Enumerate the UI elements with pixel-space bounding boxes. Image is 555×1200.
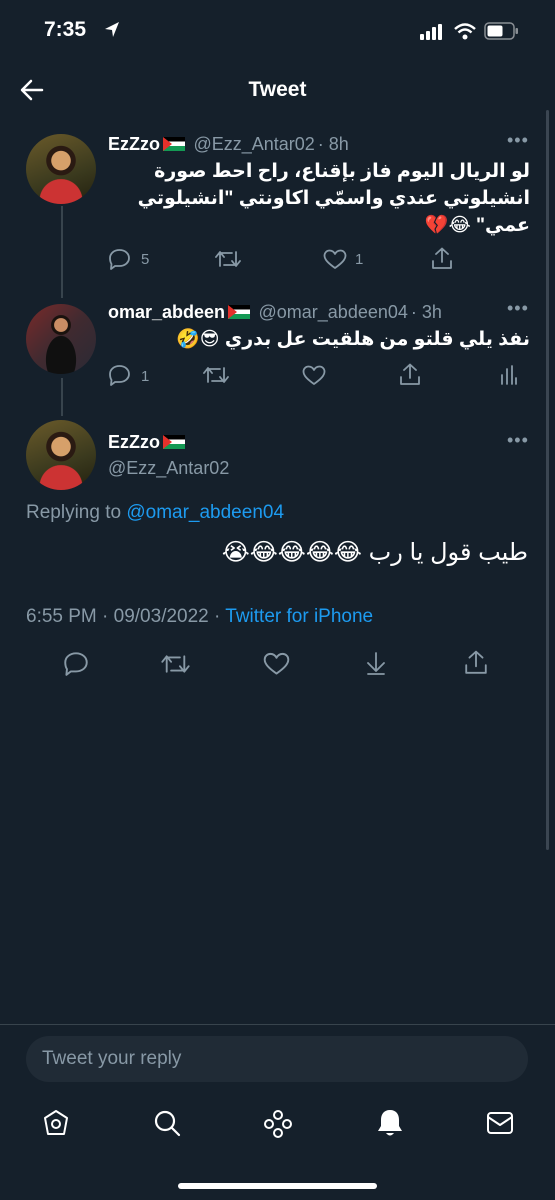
reply-icon[interactable] — [63, 651, 89, 676]
heart-icon[interactable] — [263, 652, 290, 676]
reply-count: 1 — [141, 368, 150, 385]
heart-icon[interactable] — [323, 249, 347, 270]
replying-to-label: Replying to — [26, 502, 122, 523]
download-icon[interactable] — [364, 651, 388, 676]
notifications-icon[interactable] — [376, 1108, 404, 1138]
display-name[interactable]: EzZzo — [108, 432, 160, 452]
replying-to: Replying to @omar_abdeen04 — [26, 502, 284, 524]
tweet-text: لو الريال اليوم فاز بإقناع، راح احط صورة… — [137, 161, 530, 236]
main-tweet-text: طيب قول يا رب 😂😂😂😂😭 — [221, 539, 528, 566]
heart-icon[interactable] — [302, 365, 326, 386]
cellular-signal-icon — [420, 24, 446, 45]
tweet-text: نفذ يلي قلتو من هلقيت عل بدري 😎🤣 — [176, 329, 530, 350]
thread-line — [61, 206, 63, 298]
retweet-icon[interactable] — [161, 653, 190, 675]
palestine-flag-icon — [228, 305, 251, 319]
timestamp: 6:55 PM · 09/03/2022 · — [26, 606, 221, 627]
home-icon[interactable] — [43, 1109, 69, 1137]
reply-icon[interactable] — [108, 364, 131, 386]
more-options-icon[interactable]: ••• — [507, 130, 529, 151]
display-name[interactable]: omar_abdeen — [108, 302, 225, 322]
avatar[interactable] — [26, 304, 96, 374]
tweet-header: EzZzo @Ezz_Antar02 · 8h — [108, 134, 349, 155]
analytics-icon[interactable] — [500, 365, 518, 385]
reply-icon[interactable] — [108, 248, 131, 270]
like-count: 1 — [355, 251, 364, 268]
tweet-time: · 8h — [317, 134, 349, 154]
retweet-icon[interactable] — [215, 249, 241, 269]
share-icon[interactable] — [464, 650, 488, 675]
tweet-time: · 3h — [410, 302, 442, 322]
reply-placeholder: Tweet your reply — [42, 1048, 182, 1069]
handle[interactable]: @Ezz_Antar02 — [193, 134, 314, 154]
scrollbar[interactable] — [546, 110, 549, 850]
status-time: 7:35 — [44, 18, 87, 41]
more-options-icon[interactable]: ••• — [507, 430, 529, 451]
home-indicator[interactable] — [178, 1183, 377, 1189]
tweet-meta: 6:55 PM · 09/03/2022 · Twitter for iPhon… — [26, 606, 373, 628]
search-icon[interactable] — [153, 1109, 181, 1137]
retweet-icon[interactable] — [203, 365, 229, 385]
replying-to-link[interactable]: @omar_abdeen04 — [126, 502, 284, 523]
wifi-icon — [454, 23, 476, 45]
location-arrow-icon — [104, 21, 120, 44]
display-name[interactable]: EzZzo — [108, 134, 160, 154]
tweet-header: omar_abdeen @omar_abdeen04 · 3h — [108, 302, 442, 323]
spaces-icon[interactable] — [263, 1109, 293, 1139]
source-link[interactable]: Twitter for iPhone — [225, 606, 373, 627]
battery-icon — [484, 22, 520, 45]
handle[interactable]: @Ezz_Antar02 — [108, 458, 229, 479]
main-tweet-name-row: EzZzo — [108, 432, 185, 453]
avatar[interactable] — [26, 134, 96, 204]
reply-count: 5 — [141, 251, 150, 268]
more-options-icon[interactable]: ••• — [507, 298, 529, 319]
page-title: Tweet — [248, 78, 307, 101]
palestine-flag-icon — [163, 435, 185, 449]
palestine-flag-icon — [163, 137, 185, 151]
composer-divider — [0, 1024, 555, 1025]
messages-icon[interactable] — [486, 1111, 514, 1135]
handle[interactable]: @omar_abdeen04 — [259, 302, 408, 322]
share-icon[interactable] — [399, 363, 421, 386]
share-icon[interactable] — [431, 247, 453, 270]
thread-line — [61, 378, 63, 416]
avatar[interactable] — [26, 420, 96, 490]
